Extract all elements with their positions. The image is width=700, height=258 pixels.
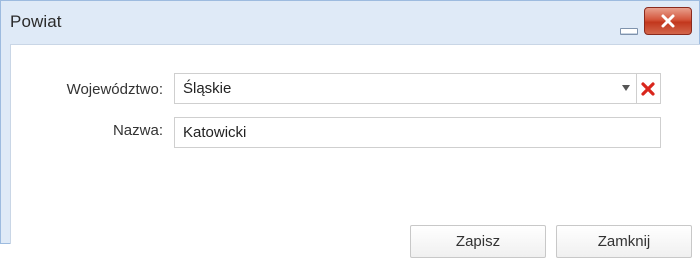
nazwa-label: Nazwa: xyxy=(112,122,163,139)
save-button[interactable]: Zapisz xyxy=(410,225,546,258)
close-button[interactable] xyxy=(644,7,692,35)
wojewodztwo-select[interactable]: Śląskie xyxy=(174,73,637,104)
red-x-icon xyxy=(641,82,655,96)
wojewodztwo-value: Śląskie xyxy=(183,80,232,97)
nazwa-input[interactable] xyxy=(174,117,661,148)
minimize-button[interactable] xyxy=(618,23,640,37)
title-bar[interactable]: Powiat xyxy=(1,1,699,44)
window-title: Powiat xyxy=(10,12,62,31)
clear-wojewodztwo-button[interactable] xyxy=(637,73,661,104)
close-dialog-button[interactable]: Zamknij xyxy=(556,225,692,258)
chevron-down-icon xyxy=(622,85,630,91)
dialog-content: Województwo: Śląskie Nazwa: Zapisz Zamkn… xyxy=(10,44,700,258)
minimize-icon xyxy=(620,28,638,35)
close-icon xyxy=(661,14,675,28)
wojewodztwo-label: Województwo: xyxy=(66,81,163,98)
dialog-window: Powiat Województwo: Śląskie Nazwa: Zapis… xyxy=(0,0,700,258)
